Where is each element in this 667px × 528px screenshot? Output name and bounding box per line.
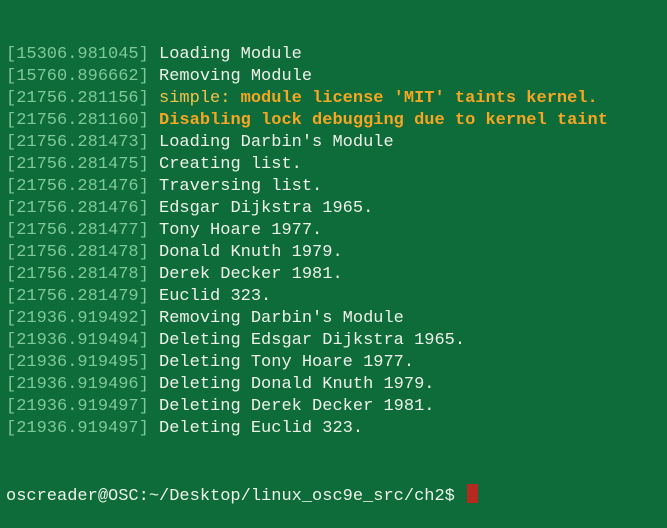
shell-prompt: oscreader@OSC:~/Desktop/linux_osc9e_src/… (6, 487, 466, 506)
log-line: [21756.281477] Tony Hoare 1977. (6, 220, 667, 242)
log-timestamp: [21756.281475] (6, 155, 149, 174)
log-line: [15306.981045] Loading Module (6, 44, 667, 66)
log-timestamp: [15760.896662] (6, 67, 149, 86)
log-message: Deleting Tony Hoare 1977. (159, 353, 415, 372)
log-message: Loading Darbin's Module (159, 133, 394, 152)
log-message: Deleting Euclid 323. (159, 419, 364, 438)
log-timestamp: [15306.981045] (6, 45, 149, 64)
log-line: [21936.919497] Deleting Euclid 323. (6, 418, 667, 440)
log-message: Deleting Edsgar Dijkstra 1965. (159, 331, 466, 350)
log-timestamp: [21756.281156] (6, 89, 149, 108)
log-message: Loading Module (159, 45, 302, 64)
log-module-prefix: simple: (159, 89, 231, 108)
log-line: [21756.281160] Disabling lock debugging … (6, 110, 667, 132)
log-line: [15760.896662] Removing Module (6, 66, 667, 88)
log-line: [21756.281478] Donald Knuth 1979. (6, 242, 667, 264)
log-message: Deleting Donald Knuth 1979. (159, 375, 435, 394)
log-line: [21756.281473] Loading Darbin's Module (6, 132, 667, 154)
text-cursor (467, 484, 479, 503)
log-timestamp: [21756.281477] (6, 221, 149, 240)
log-line: [21936.919497] Deleting Derek Decker 198… (6, 396, 667, 418)
log-line: [21756.281156] simple: module license 'M… (6, 88, 667, 110)
log-message: Deleting Derek Decker 1981. (159, 397, 435, 416)
log-line: [21936.919492] Removing Darbin's Module (6, 308, 667, 330)
log-line: [21756.281476] Edsgar Dijkstra 1965. (6, 198, 667, 220)
log-message: Euclid 323. (159, 287, 272, 306)
log-timestamp: [21756.281476] (6, 199, 149, 218)
log-timestamp: [21756.281478] (6, 265, 149, 284)
log-timestamp: [21936.919497] (6, 397, 149, 416)
log-line: [21756.281479] Euclid 323. (6, 286, 667, 308)
log-message: Creating list. (159, 155, 302, 174)
log-line: [21756.281476] Traversing list. (6, 176, 667, 198)
shell-prompt-line[interactable]: oscreader@OSC:~/Desktop/linux_osc9e_src/… (6, 484, 667, 506)
log-timestamp: [21936.919496] (6, 375, 149, 394)
log-message: Tony Hoare 1977. (159, 221, 323, 240)
log-message: Edsgar Dijkstra 1965. (159, 199, 374, 218)
kernel-log-output: [15306.981045] Loading Module [15760.8966… (6, 44, 667, 440)
log-timestamp: [21936.919497] (6, 419, 149, 438)
log-message: Removing Darbin's Module (159, 309, 404, 328)
log-line: [21936.919494] Deleting Edsgar Dijkstra … (6, 330, 667, 352)
log-line: [21756.281478] Derek Decker 1981. (6, 264, 667, 286)
log-message: module license 'MIT' taints kernel. (240, 89, 598, 108)
log-message: Traversing list. (159, 177, 323, 196)
log-timestamp: [21756.281478] (6, 243, 149, 262)
terminal-window[interactable]: [15306.981045] Loading Module [15760.8966… (0, 0, 667, 506)
log-message: Disabling lock debugging due to kernel t… (159, 111, 608, 130)
log-message: Derek Decker 1981. (159, 265, 343, 284)
log-line: [21936.919495] Deleting Tony Hoare 1977. (6, 352, 667, 374)
log-line: [21756.281475] Creating list. (6, 154, 667, 176)
log-timestamp: [21936.919495] (6, 353, 149, 372)
log-timestamp: [21936.919494] (6, 331, 149, 350)
log-line: [21936.919496] Deleting Donald Knuth 197… (6, 374, 667, 396)
log-timestamp: [21936.919492] (6, 309, 149, 328)
log-timestamp: [21756.281160] (6, 111, 149, 130)
log-timestamp: [21756.281473] (6, 133, 149, 152)
log-timestamp: [21756.281479] (6, 287, 149, 306)
log-message: Removing Module (159, 67, 313, 86)
log-message: Donald Knuth 1979. (159, 243, 343, 262)
log-timestamp: [21756.281476] (6, 177, 149, 196)
